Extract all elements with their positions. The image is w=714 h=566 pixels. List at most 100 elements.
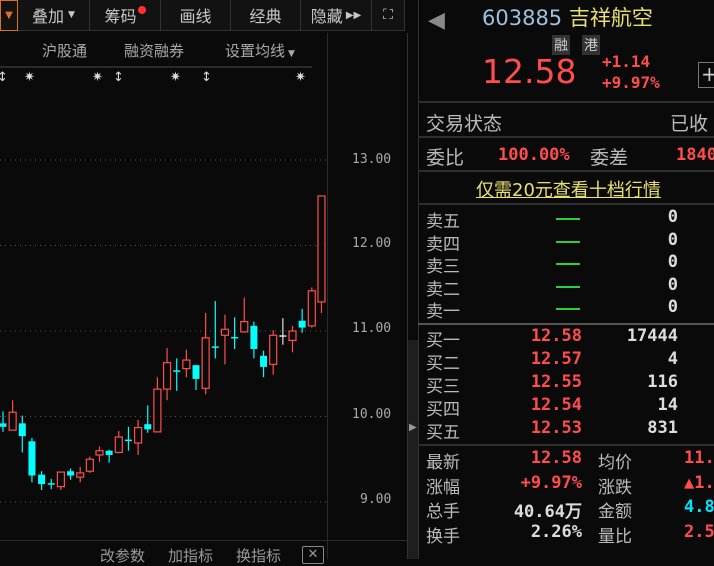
candle[interactable] [105, 449, 113, 463]
candle[interactable] [0, 411, 7, 432]
bid-volume: 831 [647, 418, 678, 438]
close-icon[interactable]: ✕ [302, 546, 324, 564]
candle-body [182, 359, 191, 370]
bid-row[interactable]: 买三 12.55 116 [426, 372, 714, 397]
candle-body [162, 362, 172, 390]
add-watchlist-button[interactable]: + [698, 62, 714, 88]
candle-body [18, 423, 26, 437]
ask-row[interactable]: 卖五 0 [426, 207, 714, 232]
candle[interactable] [220, 314, 230, 365]
bid-label: 买四 [426, 400, 460, 420]
stat-value: ▲1.1 [684, 472, 714, 493]
edit-params-button[interactable]: 改参数 [100, 545, 145, 566]
candle[interactable] [317, 195, 326, 314]
candle-body [240, 320, 249, 333]
stat-value: 12.58 [530, 448, 582, 468]
candlestick-chart[interactable] [0, 0, 330, 540]
bid-row[interactable]: 买一 12.58 17444 [426, 326, 714, 351]
candle[interactable] [124, 426, 132, 451]
candle[interactable] [231, 317, 239, 349]
collapse-panel-handle[interactable]: ▶ [408, 340, 418, 559]
candle[interactable] [76, 466, 85, 483]
stock-name: 吉祥航空 [568, 6, 653, 30]
stat-value: 40.64万 [513, 502, 582, 522]
stock-code: 603885 [482, 6, 563, 30]
bid-row[interactable]: 买二 12.57 4 [426, 349, 714, 374]
bid-price: 12.54 [530, 395, 582, 415]
candle-body [298, 320, 306, 328]
candle[interactable] [298, 308, 306, 333]
stat-value: 4.85 [684, 497, 714, 517]
switch-indicator-button[interactable]: 换指标 [236, 545, 281, 566]
candle[interactable] [153, 377, 162, 433]
bid-label: 买一 [426, 331, 460, 351]
candle-body [201, 337, 210, 389]
candle[interactable] [144, 405, 152, 433]
candle-body [0, 423, 7, 427]
stat-label: 总手 [426, 502, 460, 522]
ask-row[interactable]: 卖二 0 [426, 275, 714, 300]
candle[interactable] [192, 365, 200, 390]
candle-body [124, 439, 132, 442]
ask-volume: 0 [667, 207, 678, 227]
candle[interactable] [307, 287, 316, 328]
candle[interactable] [250, 321, 258, 359]
divider [418, 323, 714, 325]
candle[interactable] [240, 297, 249, 333]
candle-body [260, 355, 268, 367]
back-arrow-icon[interactable]: ◀ [428, 8, 445, 33]
candle[interactable] [288, 325, 297, 353]
empty-price-dash [556, 240, 580, 243]
candle-body [8, 411, 17, 431]
bid-volume: 4 [667, 349, 678, 369]
candle[interactable] [162, 348, 172, 401]
candle[interactable] [8, 400, 17, 431]
candle[interactable] [269, 330, 278, 375]
candle[interactable] [38, 471, 46, 491]
candle[interactable] [182, 349, 191, 378]
empty-price-dash [556, 308, 580, 310]
candle-body [47, 483, 55, 485]
candle[interactable] [201, 313, 210, 395]
price-axis-label: 10.00 [352, 407, 392, 422]
bid-ratio-value: 100.00% [498, 145, 570, 165]
bid-row[interactable]: 买四 12.54 14 [426, 395, 714, 420]
ask-row[interactable]: 卖四 0 [426, 230, 714, 255]
candle[interactable] [211, 301, 219, 359]
candle-body [307, 290, 316, 327]
candle[interactable] [173, 358, 181, 391]
fullscreen-button[interactable]: ⛶ [372, 0, 405, 31]
stat-label: 均价 [598, 453, 632, 473]
double-arrow-right-icon: ▶▶ [345, 9, 362, 21]
fullscreen-icon: ⛶ [383, 7, 393, 23]
bid-price: 12.58 [530, 326, 582, 346]
candle[interactable] [95, 446, 104, 462]
candle-body [28, 441, 36, 476]
candle[interactable] [18, 415, 26, 453]
divider [418, 0, 419, 559]
bid-row[interactable]: 买五 12.53 831 [426, 418, 714, 443]
candle[interactable] [114, 431, 123, 454]
candle-body [56, 471, 66, 488]
candle[interactable] [28, 437, 36, 483]
candle-body [173, 370, 181, 372]
stat-row: 总手 40.64万金额 4.85 [426, 497, 714, 522]
ask-row[interactable]: 卖三 0 [426, 252, 714, 277]
price-axis-label: 11.00 [352, 321, 392, 336]
candle-body [211, 346, 219, 348]
divider [418, 101, 714, 103]
candle[interactable] [134, 419, 143, 455]
bid-diff-value: 1840 [676, 145, 714, 165]
candle[interactable] [47, 478, 55, 490]
ask-row[interactable]: 卖一 0 [426, 297, 714, 322]
candle[interactable] [56, 471, 66, 491]
add-indicator-button[interactable]: 加指标 [168, 545, 213, 566]
candle[interactable] [67, 468, 75, 480]
price-change: +1.14 [602, 52, 651, 71]
candle[interactable] [260, 350, 268, 378]
bid-price: 12.55 [530, 372, 582, 392]
ask-label: 卖五 [426, 212, 460, 232]
candle[interactable] [85, 456, 94, 473]
divider [418, 170, 714, 172]
level2-promo-link[interactable]: 仅需20元查看十档行情 [476, 176, 661, 202]
